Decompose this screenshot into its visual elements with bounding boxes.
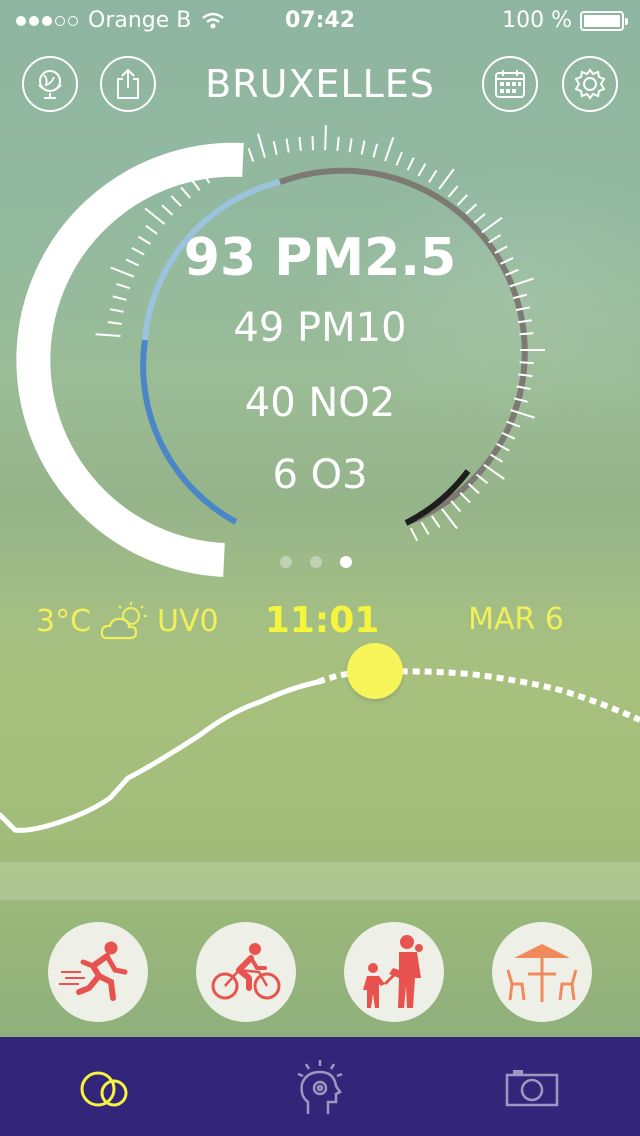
- forecast-curve[interactable]: [0, 640, 640, 900]
- selected-time: 11:01: [264, 600, 380, 641]
- gauge-tick: [125, 258, 140, 267]
- tab-tips[interactable]: [288, 1057, 352, 1117]
- gauge-tick: [430, 515, 441, 528]
- gauge-tick: [417, 163, 427, 177]
- gauge-tick: [420, 521, 430, 535]
- runner-icon: [59, 941, 128, 1001]
- gauge-tick: [109, 308, 124, 313]
- weather-info: 3°C UV0: [36, 600, 219, 642]
- uv-index: UV0: [157, 603, 219, 639]
- gauge-tick: [441, 508, 458, 530]
- activity-cycling-button[interactable]: [196, 922, 296, 1022]
- gauge-tick: [116, 282, 131, 290]
- gauge-tick: [519, 361, 534, 365]
- page-dot[interactable]: [310, 556, 322, 568]
- activity-family-button[interactable]: [344, 922, 444, 1022]
- gauge-tick: [112, 295, 127, 301]
- page-dot[interactable]: [280, 556, 292, 568]
- gauge-tick: [180, 186, 191, 199]
- gauge-tick: [348, 138, 353, 153]
- reading-no2: 40 NO2: [244, 380, 396, 426]
- page-dot-active[interactable]: [340, 556, 352, 568]
- gauge-tick: [475, 473, 489, 484]
- gauge-tick: [406, 157, 415, 171]
- tab-air[interactable]: [74, 1057, 138, 1117]
- time-slider-handle[interactable]: [347, 643, 403, 699]
- gauge-tick: [494, 245, 508, 254]
- cyclist-icon: [211, 943, 281, 1000]
- activity-running-button[interactable]: [48, 922, 148, 1022]
- gauge-tick: [450, 500, 462, 513]
- gauge-tick: [488, 234, 502, 244]
- gauge-tick: [107, 321, 122, 325]
- gauge-tick: [298, 136, 302, 151]
- gauge-tick: [372, 143, 379, 158]
- partly-cloudy-icon: [100, 602, 148, 640]
- gauge-tick: [395, 151, 403, 166]
- terrace-icon: [506, 944, 578, 1002]
- gauge-tick: [311, 136, 314, 151]
- gauge-tick: [285, 138, 290, 153]
- idea-head-icon: [297, 1060, 343, 1114]
- gauge-tick: [481, 216, 503, 234]
- gauge-tick: [467, 483, 480, 494]
- gauge-tick: [137, 235, 151, 245]
- gauge-tick: [409, 527, 419, 542]
- gauge-tick: [473, 213, 486, 224]
- gauge-tick: [110, 266, 135, 278]
- activity-terrace-button[interactable]: [492, 922, 592, 1022]
- reading-o3: 6 O3: [272, 452, 368, 498]
- gauge-tick: [324, 125, 327, 151]
- gauge-tick: [483, 463, 505, 480]
- divider-band: [0, 862, 640, 900]
- gauge-tick: [336, 136, 340, 151]
- gauge-tick: [144, 207, 166, 225]
- gauge-tick: [161, 204, 174, 216]
- gauge-tick: [247, 147, 255, 162]
- gauge-tick: [384, 136, 395, 162]
- gauge-tick: [447, 185, 459, 198]
- gauge-tick: [131, 247, 145, 256]
- reading-pm10: 49 PM10: [233, 305, 407, 351]
- tab-bar: [0, 1037, 640, 1136]
- gauge-tick: [438, 168, 455, 190]
- gauge-tick: [190, 178, 201, 191]
- gauge-tick: [257, 133, 266, 158]
- page-indicator[interactable]: [280, 556, 352, 568]
- gauge-tick: [519, 332, 534, 336]
- temperature: 3°C: [36, 603, 92, 639]
- gauge-tick: [428, 169, 438, 183]
- gauge-tick: [95, 333, 121, 337]
- gauge-tick: [272, 140, 278, 155]
- selected-date: MAR 6: [468, 602, 564, 637]
- cloud-icon: [80, 1071, 128, 1107]
- gauge-tick: [360, 140, 366, 155]
- gauge-tick: [145, 224, 158, 235]
- tab-camera[interactable]: [500, 1057, 564, 1117]
- gauge-tick: [465, 203, 478, 215]
- reading-pm25: 93 PM2.5: [183, 228, 457, 288]
- family-icon: [363, 935, 423, 1008]
- camera-icon: [505, 1070, 559, 1107]
- gauge-tick: [456, 194, 469, 206]
- gauge-tick: [170, 195, 182, 207]
